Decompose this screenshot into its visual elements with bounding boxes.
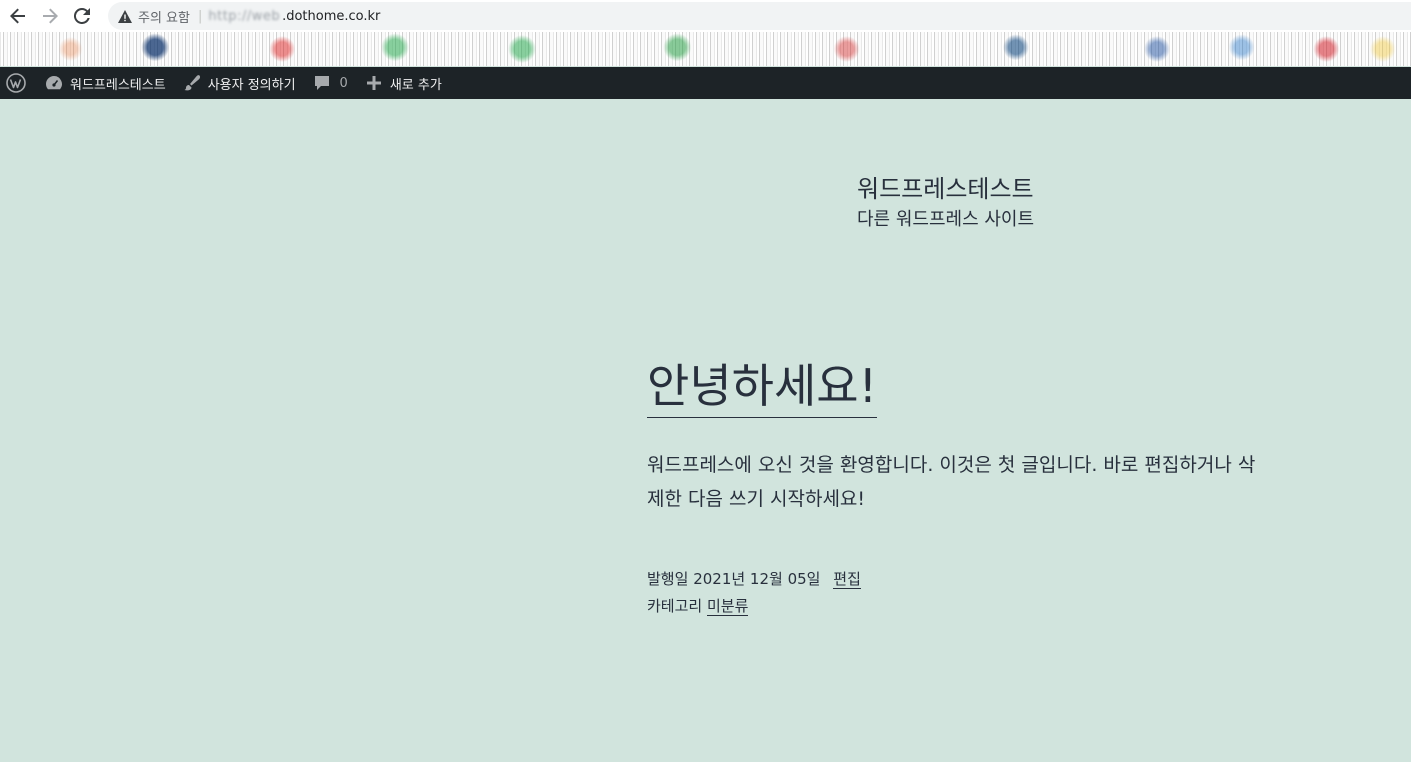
category-label: 카테고리 [647,597,703,615]
customize-menu[interactable]: 사용자 정의하기 [174,67,304,99]
arrow-left-icon [10,8,25,24]
wp-admin-bar: 워드프레스테스트 사용자 정의하기 0 새로 추가 [0,67,1411,99]
post-title[interactable]: 안녕하세요! [647,355,878,418]
security-status[interactable]: 주의 요함 [138,7,190,26]
post-date-row: 발행일 2021년 12월 05일 편집 [647,566,1267,593]
address-bar[interactable]: 주의 요함 | http://web .dothome.co.kr [108,2,1411,30]
comment-icon [312,73,332,93]
customize-label: 사용자 정의하기 [207,77,296,93]
site-description: 다른 워드프레스 사이트 [857,209,1035,230]
comments-menu[interactable]: 0 [304,67,356,99]
new-content-label: 새로 추가 [389,77,442,93]
plus-icon [364,73,384,93]
wp-logo-menu[interactable] [0,67,36,99]
bookmarks-bar [0,32,1411,66]
wordpress-icon [6,73,26,93]
url-blurred-part: http://web [208,8,281,24]
brush-icon [182,73,202,93]
browser-toolbar: 주의 요함 | http://web .dothome.co.kr [0,0,1411,32]
post-excerpt: 워드프레스에 오신 것을 환영합니다. 이것은 첫 글입니다. 바로 편집하거나… [647,454,1256,510]
dashboard-icon [44,73,64,93]
published-date: 2021년 12월 05일 [693,570,821,588]
url-domain: .dothome.co.kr [282,8,381,24]
edit-post-link[interactable]: 편집 [833,570,861,589]
post-entry: 안녕하세요! 워드프레스에 오신 것을 환영합니다. 이것은 첫 글입니다. 바… [647,355,1267,620]
category-link[interactable]: 미분류 [706,597,749,616]
site-title[interactable]: 워드프레스테스트 [857,172,1034,206]
new-content-menu[interactable]: 새로 추가 [356,67,450,99]
reload-icon [74,8,90,24]
admin-bar-site-name: 워드프레스테스트 [70,77,166,93]
post-category-row: 카테고리 미분류 [647,593,1267,620]
forward-button[interactable] [36,2,64,30]
site-header: 워드프레스테스트 다른 워드프레스 사이트 [857,172,1034,234]
warning-icon [118,9,132,23]
reload-button[interactable] [68,2,96,30]
arrow-right-icon [43,8,58,24]
address-separator: | [197,8,203,24]
site-name-menu[interactable]: 워드프레스테스트 [36,67,174,99]
comments-count: 0 [339,75,348,91]
post-meta: 발행일 2021년 12월 05일 편집 카테고리 미분류 [647,566,1267,620]
back-button[interactable] [4,2,32,30]
published-label: 발행일 [647,570,689,588]
